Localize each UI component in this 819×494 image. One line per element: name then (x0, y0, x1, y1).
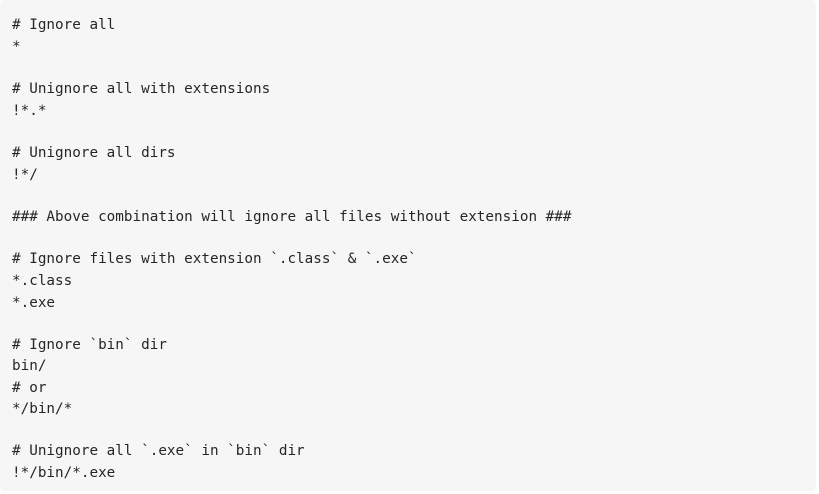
code-line-comment-ignore-bin: # Ignore `bin` dir (12, 337, 167, 353)
code-line-unignore-extensions: !*.* (12, 103, 47, 119)
code-line-unignore-dirs: !*/ (12, 167, 38, 183)
code-line-ignore-exe: *.exe (12, 295, 56, 311)
code-line-unignore-exe-in-bin: !*/bin/*.exe (12, 465, 116, 481)
code-line-ignore-class: *.class (12, 273, 73, 289)
code-block: # Ignore all * # Unignore all with exten… (0, 0, 816, 491)
code-line-comment-ignore-all: # Ignore all (12, 17, 116, 33)
code-line-ignore-bin: bin/ (12, 358, 47, 374)
code-line-comment-or: # or (12, 380, 47, 396)
code-line-comment-unignore-dirs: # Unignore all dirs (12, 145, 176, 161)
code-line-section-header: ### Above combination will ignore all fi… (12, 209, 572, 225)
code-line-wildcard: * (12, 39, 21, 55)
code-line-comment-unignore-extensions: # Unignore all with extensions (12, 81, 271, 97)
code-line-comment-unignore-exe-in-bin: # Unignore all `.exe` in `bin` dir (12, 443, 305, 459)
code-line-comment-ignore-class-exe: # Ignore files with extension `.class` &… (12, 251, 417, 267)
code-line-ignore-bin-contents: */bin/* (12, 401, 73, 417)
